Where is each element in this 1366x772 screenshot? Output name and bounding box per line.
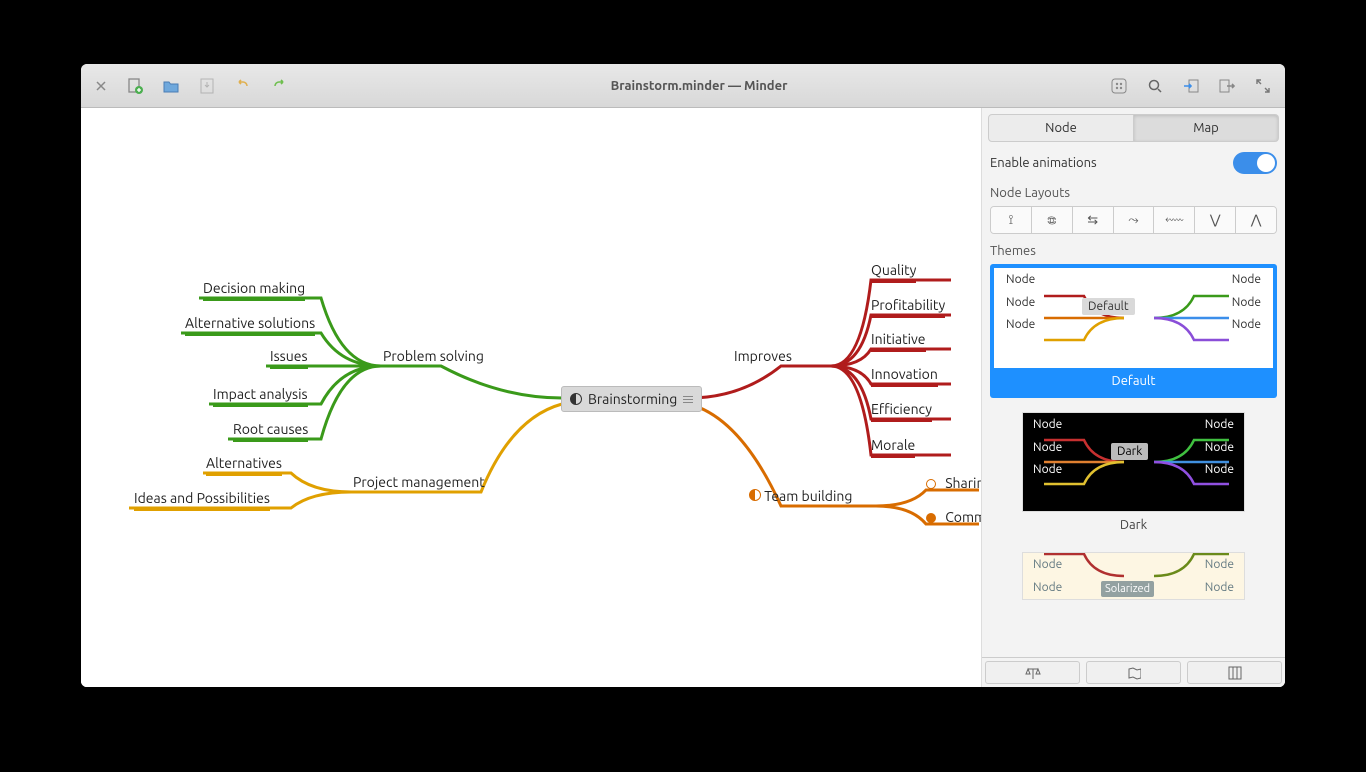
child-node[interactable]: Quality (871, 262, 916, 283)
sidebar-body: Enable animations Node Layouts ⟟ 𖠂 ⇆ ⤳ ⬳… (982, 142, 1285, 657)
bottom-tab-balance[interactable] (985, 661, 1080, 684)
branch-label[interactable]: Problem solving (383, 348, 484, 364)
export-button[interactable] (1213, 72, 1241, 100)
layout-radial-button[interactable]: ⟟ (991, 207, 1032, 233)
theme-preview-svg (1034, 422, 1234, 502)
focus-mode-button[interactable] (1105, 72, 1133, 100)
layout-right-button[interactable]: ⤳ (1114, 207, 1155, 233)
theme-preview-svg (1034, 278, 1234, 358)
titlebar: Brainstorm.minder — Minder (81, 64, 1285, 108)
content-area: Brainstorming Problem solving Decision m… (81, 108, 1285, 687)
app-window: Brainstorm.minder — Minder (81, 64, 1285, 687)
import-button[interactable] (1177, 72, 1205, 100)
branch-label[interactable]: Project management (353, 474, 485, 490)
open-file-button[interactable] (157, 72, 185, 100)
child-text: Communication (945, 509, 981, 525)
child-node[interactable]: Sharing (926, 475, 981, 491)
mindmap-canvas[interactable]: Brainstorming Problem solving Decision m… (81, 108, 981, 687)
child-node[interactable]: Alternative solutions (185, 315, 315, 336)
root-node-label: Brainstorming (588, 391, 677, 407)
note-indicator-icon (570, 393, 582, 405)
child-node[interactable]: Alternatives (206, 455, 282, 476)
layout-down-button[interactable]: ⋁ (1195, 207, 1236, 233)
redo-button[interactable] (265, 72, 293, 100)
animations-row: Enable animations (990, 152, 1277, 174)
child-node[interactable]: Innovation (871, 366, 938, 387)
bottom-tabs (982, 657, 1285, 687)
window-title: Brainstorm.minder — Minder (611, 79, 788, 93)
task-open-icon (926, 479, 936, 489)
task-half-icon (749, 489, 761, 501)
child-node[interactable]: Impact analysis (213, 386, 308, 407)
child-node[interactable]: Efficiency (871, 401, 932, 422)
sidebar-tabs: Node Map (982, 108, 1285, 142)
task-done-icon (926, 513, 936, 523)
layout-buttons: ⟟ 𖠂 ⇆ ⤳ ⬳ ⋁ ⋀ (990, 206, 1277, 234)
child-node[interactable]: Ideas and Possibilities (134, 490, 270, 511)
tab-node[interactable]: Node (988, 114, 1134, 142)
note-lines-icon (683, 396, 693, 403)
child-node[interactable]: Communication (926, 509, 981, 525)
child-node[interactable]: Profitability (871, 297, 945, 318)
close-button[interactable] (89, 74, 113, 98)
theme-default[interactable]: Node Node Node Node Node Node Default De… (990, 264, 1277, 398)
layout-left-button[interactable]: ⬳ (1154, 207, 1195, 233)
layout-up-button[interactable]: ⋀ (1236, 207, 1276, 233)
bottom-tab-map[interactable] (1086, 661, 1181, 684)
child-node[interactable]: Root causes (233, 421, 308, 442)
child-node[interactable]: Initiative (871, 331, 926, 352)
branch-label[interactable]: Improves (734, 348, 792, 364)
root-node[interactable]: Brainstorming (561, 386, 702, 412)
themes-label: Themes (990, 244, 1277, 258)
node-layouts-label: Node Layouts (990, 186, 1277, 200)
child-node[interactable]: Issues (270, 348, 308, 369)
tab-map[interactable]: Map (1134, 114, 1279, 142)
branch-label[interactable]: Team building (749, 488, 852, 504)
theme-name-dark: Dark (990, 512, 1277, 538)
enable-animations-label: Enable animations (990, 156, 1097, 170)
layout-horizontal-button[interactable]: ⇆ (1073, 207, 1114, 233)
enable-animations-toggle[interactable] (1233, 152, 1277, 174)
layout-tree-button[interactable]: 𖠂 (1032, 207, 1073, 233)
branch-text: Team building (764, 488, 852, 504)
save-button[interactable] (193, 72, 221, 100)
theme-solarized[interactable]: Node Node Node Node Solarized (990, 552, 1277, 600)
fullscreen-button[interactable] (1249, 72, 1277, 100)
new-file-button[interactable] (121, 72, 149, 100)
child-node[interactable]: Decision making (203, 280, 305, 301)
search-button[interactable] (1141, 72, 1169, 100)
theme-dark[interactable]: Node Node Node Node Node Node Dark Dark (990, 412, 1277, 538)
bottom-tab-columns[interactable] (1187, 661, 1282, 684)
undo-button[interactable] (229, 72, 257, 100)
child-text: Sharing (945, 475, 981, 491)
theme-name-default: Default (994, 368, 1273, 394)
sidebar: Node Map Enable animations Node Layouts … (981, 108, 1285, 687)
child-node[interactable]: Morale (871, 437, 915, 458)
